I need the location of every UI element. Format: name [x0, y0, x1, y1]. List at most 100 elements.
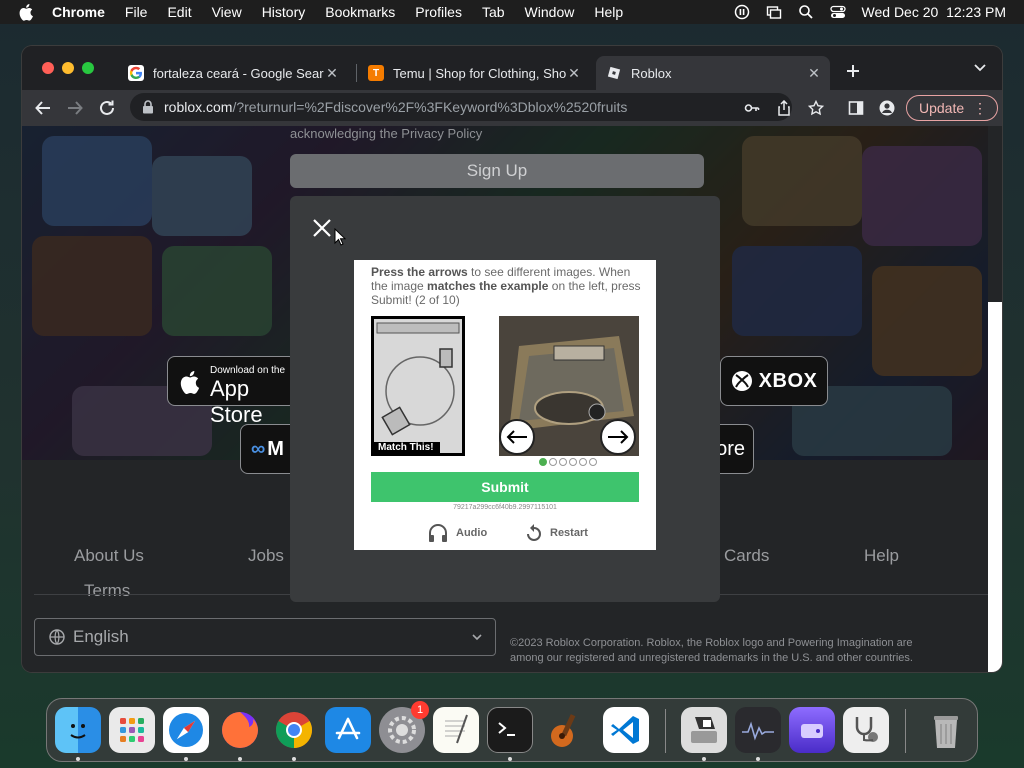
menu-view[interactable]: View [212, 4, 242, 20]
spotlight-search-icon[interactable] [798, 4, 814, 20]
menu-history[interactable]: History [262, 4, 306, 20]
share-icon[interactable] [776, 100, 792, 116]
tab-google-search[interactable]: fortaleza ceará - Google Search ✕ [118, 56, 348, 90]
footer-cards-link[interactable]: Cards [724, 546, 769, 566]
garageband-icon[interactable] [541, 707, 587, 753]
boot-camp-assistant-icon[interactable] [681, 707, 727, 753]
maximize-window-button[interactable] [82, 62, 94, 74]
pager-dot[interactable] [549, 458, 557, 466]
notification-badge: 1 [411, 701, 429, 719]
running-indicator [756, 757, 760, 761]
sign-up-button[interactable]: Sign Up [290, 154, 704, 188]
bookmark-star-icon[interactable] [808, 100, 824, 116]
side-panel-icon[interactable] [848, 100, 864, 116]
new-tab-button[interactable] [846, 62, 860, 82]
menu-file[interactable]: File [125, 4, 148, 20]
finder-icon[interactable] [55, 707, 101, 753]
image-pager [539, 458, 597, 466]
arrow-left-icon [506, 430, 527, 444]
audio-challenge-button[interactable]: Audio [428, 524, 487, 542]
textedit-icon[interactable] [433, 707, 479, 753]
roblox-page: acknowledging the Privacy Policy Sign Up… [22, 126, 1002, 672]
chevron-down-icon [472, 634, 482, 641]
apple-icon [180, 371, 200, 394]
restart-icon [527, 524, 541, 541]
xbox-button[interactable]: XBOX [720, 356, 828, 406]
app-store-button[interactable]: Download on the App Store [167, 356, 297, 427]
reload-icon[interactable] [98, 99, 116, 117]
safari-icon[interactable] [163, 707, 209, 753]
running-indicator [508, 757, 512, 761]
menu-app-name[interactable]: Chrome [52, 4, 105, 20]
storage-drive-icon[interactable] [789, 707, 835, 753]
close-tab-icon[interactable]: ✕ [566, 65, 582, 82]
footer-terms-link[interactable]: Terms [84, 581, 130, 601]
url-text[interactable]: roblox.com/?returnurl=%2Fdiscover%2F%3FK… [164, 99, 724, 115]
footer-help-link[interactable]: Help [864, 546, 899, 566]
submit-button[interactable]: Submit [371, 472, 639, 502]
copyright-line-2: among our registered and unregistered tr… [510, 652, 913, 664]
tab-search-chevron-icon[interactable] [974, 64, 986, 72]
meta-icon: ∞ [251, 437, 266, 460]
next-image-button[interactable] [600, 419, 636, 455]
footer-jobs-link[interactable]: Jobs [248, 546, 284, 566]
activity-monitor-icon[interactable] [735, 707, 781, 753]
apple-icon[interactable] [18, 3, 36, 21]
tab-temu[interactable]: T Temu | Shop for Clothing, Shoes ✕ [358, 56, 590, 90]
pager-dot[interactable] [579, 458, 587, 466]
chrome-window: fortaleza ceará - Google Search ✕ T Temu… [22, 46, 1002, 672]
more-vert-icon[interactable]: ⋮ [973, 100, 987, 116]
tab-roblox[interactable]: Roblox ✕ [596, 56, 830, 90]
menubar-clock[interactable]: Wed Dec 20 12:23 PM [862, 4, 1006, 20]
pager-dot[interactable] [539, 458, 547, 466]
key-icon[interactable] [744, 100, 760, 116]
footer-about-us-link[interactable]: About Us [74, 546, 144, 566]
menu-tab[interactable]: Tab [482, 4, 505, 20]
pager-dot[interactable] [569, 458, 577, 466]
close-tab-icon[interactable]: ✕ [806, 65, 822, 82]
disk-utility-icon[interactable] [843, 707, 889, 753]
launchpad-icon[interactable] [109, 707, 155, 753]
address-bar[interactable]: roblox.com/?returnurl=%2Fdiscover%2F%3FK… [130, 93, 792, 121]
menu-bookmarks[interactable]: Bookmarks [325, 4, 395, 20]
menu-edit[interactable]: Edit [167, 4, 191, 20]
menu-help[interactable]: Help [594, 4, 623, 20]
pause-circle-icon[interactable] [734, 4, 750, 20]
back-arrow-icon[interactable] [34, 99, 52, 117]
menu-profiles[interactable]: Profiles [415, 4, 462, 20]
close-window-button[interactable] [42, 62, 54, 74]
example-image: Match This! [371, 316, 465, 456]
trash-icon[interactable] [923, 707, 969, 753]
scrollbar-thumb[interactable] [988, 302, 1002, 672]
copyright-text: ©2023 Roblox Corporation. Roblox, the Ro… [510, 636, 972, 666]
firefox-icon[interactable] [217, 707, 263, 753]
restart-challenge-button[interactable]: Restart [526, 524, 588, 542]
menu-window[interactable]: Window [525, 4, 575, 20]
restart-label: Restart [550, 527, 588, 539]
app-store-big-text: App Store [210, 376, 263, 427]
system-settings-icon[interactable]: 1 [379, 701, 429, 753]
close-tab-icon[interactable]: ✕ [324, 65, 340, 82]
tab-strip: fortaleza ceará - Google Search ✕ T Temu… [22, 46, 1002, 90]
mac-menubar: Chrome File Edit View History Bookmarks … [0, 0, 1024, 24]
close-icon[interactable] [312, 218, 332, 238]
lock-icon[interactable] [142, 100, 154, 114]
screen-mirroring-icon[interactable] [766, 4, 782, 20]
minimize-window-button[interactable] [62, 62, 74, 74]
language-value: English [73, 627, 129, 646]
control-center-icon[interactable] [829, 4, 846, 20]
mouse-cursor-icon [334, 228, 346, 246]
update-button[interactable]: Update ⋮ [906, 95, 998, 121]
running-indicator [184, 757, 188, 761]
url-host: roblox.com [164, 99, 233, 115]
previous-image-button[interactable] [499, 419, 535, 455]
chrome-icon[interactable] [271, 707, 317, 753]
app-store-icon[interactable] [325, 707, 371, 753]
language-select[interactable]: English [34, 618, 496, 656]
terminal-icon[interactable] [487, 707, 533, 753]
pager-dot[interactable] [589, 458, 597, 466]
vscode-icon[interactable] [603, 707, 649, 753]
forward-arrow-icon[interactable] [66, 99, 84, 117]
profile-avatar-icon[interactable] [879, 100, 895, 116]
pager-dot[interactable] [559, 458, 567, 466]
